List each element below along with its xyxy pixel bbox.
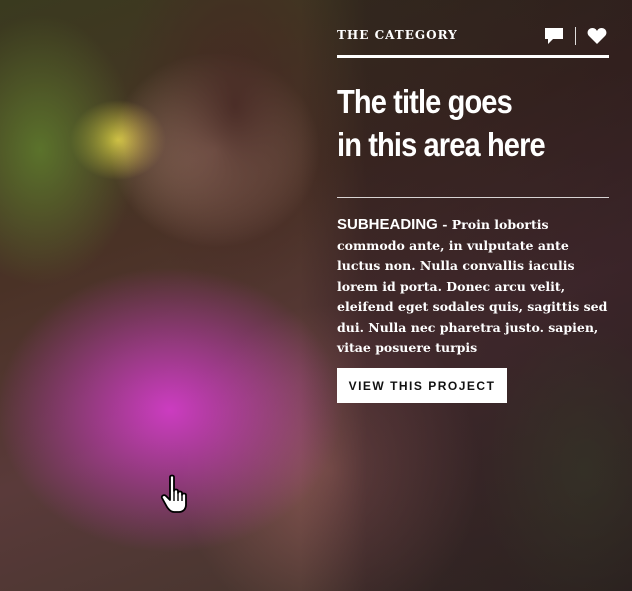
card-header: THE CATEGORY xyxy=(337,24,609,58)
card-description: SUBHEADING - Proin lobortis commodo ante… xyxy=(337,215,612,359)
subheading-separator: - xyxy=(437,217,452,232)
subheading: SUBHEADING xyxy=(337,216,438,233)
card-actions xyxy=(544,27,607,45)
title-line-2: in this area here xyxy=(337,126,546,163)
description-text: Proin lobortis commodo ante, in vulputat… xyxy=(337,217,608,355)
actions-divider xyxy=(575,27,576,45)
view-project-button[interactable]: VIEW THIS PROJECT xyxy=(337,368,507,403)
comment-icon[interactable] xyxy=(544,27,564,45)
project-card: THE CATEGORY The title goes in this area… xyxy=(0,0,632,591)
hand-pointer-cursor-icon xyxy=(160,474,194,514)
category-label: THE CATEGORY xyxy=(337,28,458,42)
title-line-1: The title goes xyxy=(337,83,513,120)
card-title: The title goes in this area here xyxy=(337,80,588,166)
heart-icon[interactable] xyxy=(587,27,607,45)
title-divider xyxy=(337,197,609,198)
